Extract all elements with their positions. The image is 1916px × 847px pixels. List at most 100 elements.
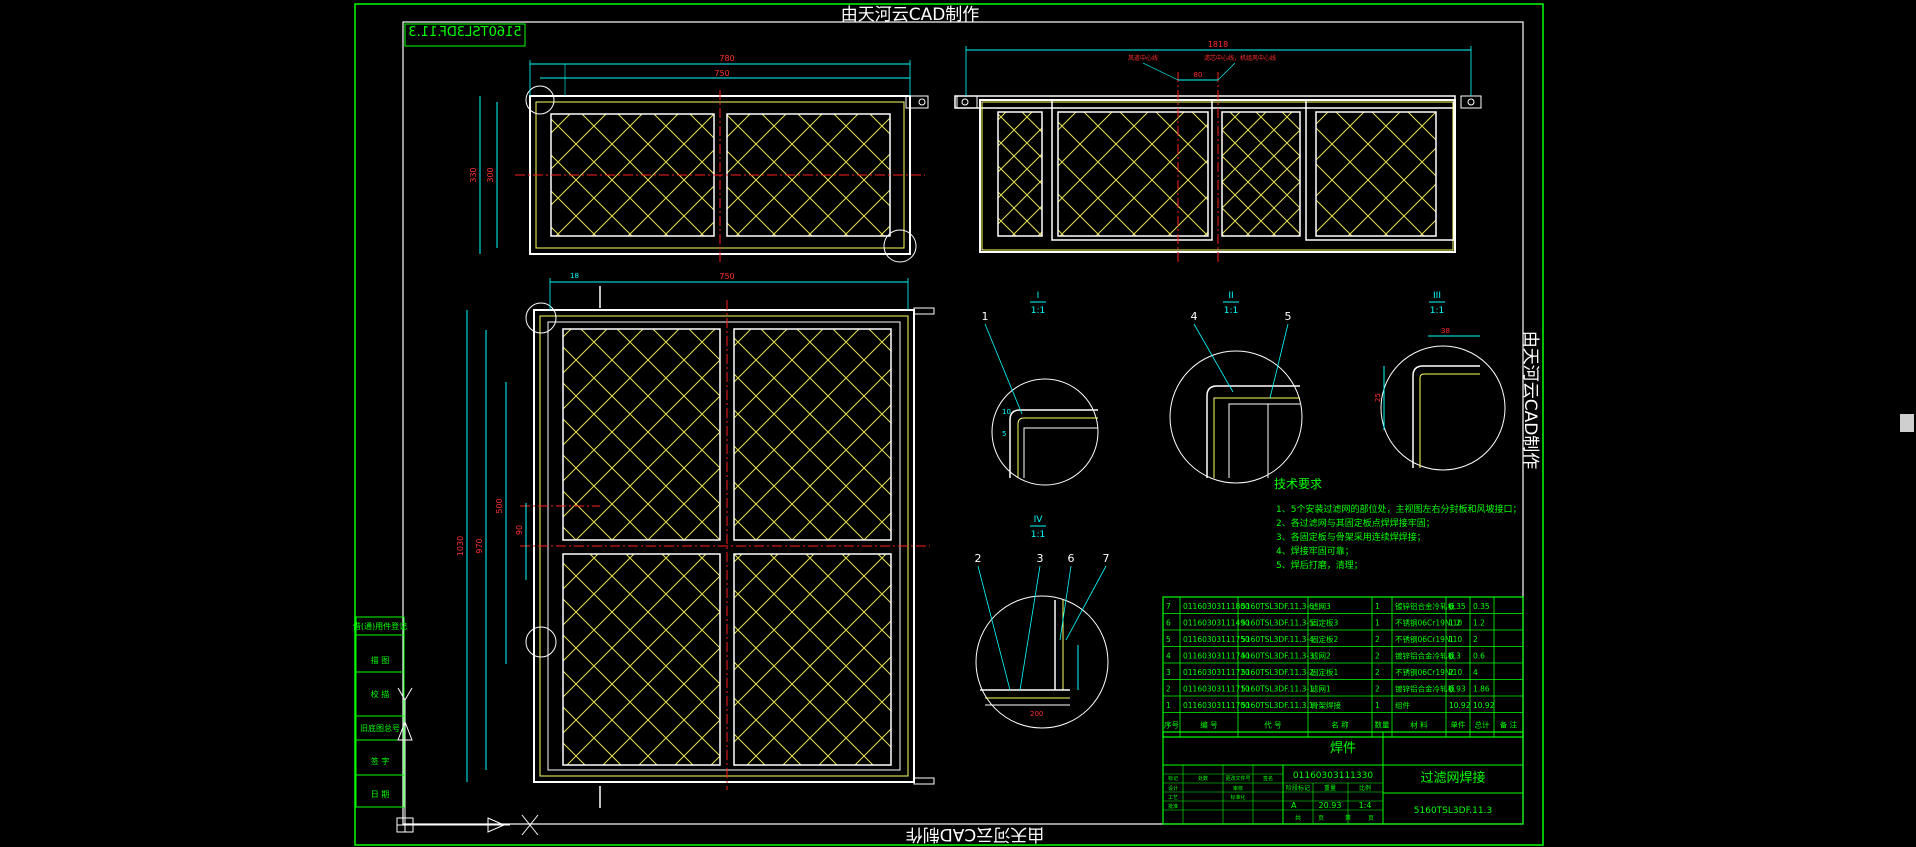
vertical-scrollbar-thumb[interactable] bbox=[1900, 414, 1914, 432]
svg-text:页: 页 bbox=[1368, 815, 1374, 822]
bom-cell: 5160TSL3DF.11.3-6 bbox=[1241, 602, 1314, 611]
bom-header: 编 号 bbox=[1200, 720, 1217, 730]
bom-cell: 01160303111710 bbox=[1183, 685, 1250, 694]
drawing-no-stamp: 5160TSL3DF.11.3 bbox=[408, 25, 521, 40]
watermark-top: 由天河云CAD制作 bbox=[841, 5, 980, 25]
svg-text:7: 7 bbox=[1103, 552, 1110, 565]
svg-text:比例: 比例 bbox=[1359, 784, 1371, 792]
bom-cell: 1 bbox=[1166, 701, 1171, 710]
svg-text:签 字: 签 字 bbox=[371, 756, 390, 766]
bom-cell: 组件 bbox=[1395, 700, 1411, 710]
svg-text:批准: 批准 bbox=[1168, 803, 1178, 810]
detail-view-2[interactable]: II 1:1 4 5 bbox=[1169, 291, 1303, 484]
part-code: 01160303111330 bbox=[1293, 771, 1373, 781]
bom-cell: 10.92 bbox=[1473, 701, 1495, 710]
svg-text:330: 330 bbox=[469, 167, 478, 182]
bom-cell: 2 bbox=[1375, 652, 1380, 661]
bom-cell: 01160303111490 bbox=[1183, 619, 1250, 628]
front-view[interactable]: 750 1030 970 500 90 18 bbox=[456, 272, 935, 808]
bom-cell: 固定板2 bbox=[1311, 634, 1338, 644]
bom-cell: 10.92 bbox=[1449, 701, 1471, 710]
svg-text:80: 80 bbox=[1194, 71, 1203, 79]
svg-text:重量: 重量 bbox=[1324, 784, 1336, 792]
svg-text:18: 18 bbox=[570, 272, 579, 280]
svg-text:200: 200 bbox=[1030, 710, 1043, 718]
svg-text:3、各固定板与骨架采用连续焊焊接；: 3、各固定板与骨架采用连续焊焊接； bbox=[1276, 531, 1426, 543]
bom-cell: 1 bbox=[1449, 635, 1454, 644]
title-block[interactable]: 焊件 01160303111330 过滤网焊接 5160TSL3DF.11.3 … bbox=[1162, 731, 1524, 825]
bom-cell: 0.93 bbox=[1449, 685, 1466, 694]
bom-cell: 滤网1 bbox=[1311, 684, 1331, 694]
svg-text:标记: 标记 bbox=[1168, 775, 1178, 782]
svg-text:1:1: 1:1 bbox=[1031, 530, 1045, 540]
bom-cell: 0.6 bbox=[1473, 652, 1485, 661]
svg-text:4: 4 bbox=[1191, 310, 1198, 323]
svg-text:90: 90 bbox=[515, 525, 524, 535]
svg-text:2: 2 bbox=[975, 552, 982, 565]
detail-view-1[interactable]: I 1:1 1 5 10 bbox=[982, 291, 1099, 486]
bom-cell: 6 bbox=[1166, 619, 1171, 628]
svg-text:页: 页 bbox=[1318, 815, 1324, 822]
bom-header: 总计 bbox=[1475, 720, 1491, 730]
svg-text:工艺: 工艺 bbox=[1168, 795, 1178, 801]
svg-text:750: 750 bbox=[714, 69, 729, 78]
svg-text:970: 970 bbox=[475, 538, 484, 553]
svg-text:4、焊接牢固可靠；: 4、焊接牢固可靠； bbox=[1276, 545, 1354, 557]
bom-cell: 2 bbox=[1473, 635, 1478, 644]
svg-text:1:1: 1:1 bbox=[1031, 306, 1045, 316]
svg-text:A: A bbox=[1291, 801, 1297, 810]
svg-text:签名: 签名 bbox=[1263, 775, 1273, 782]
svg-text:750: 750 bbox=[719, 272, 734, 281]
bom-cell: 1 bbox=[1375, 602, 1380, 611]
tech-requirements: 技术要求 1、5个安装过滤网的部位处，主视图左右分封板和风坡接口； 2、各过滤网… bbox=[1274, 477, 1521, 571]
svg-text:标准化: 标准化 bbox=[1230, 794, 1245, 801]
bom-cell: 5 bbox=[1166, 635, 1171, 644]
svg-text:I: I bbox=[1037, 291, 1040, 301]
bom-table[interactable]: 7 011603031118005160TSL3DF.11.3-6滤网3 1 镀锌铝合… bbox=[1162, 596, 1524, 738]
svg-text:1、5个安装过滤网的部位处，主视图左右分封板和风坡接口；: 1、5个安装过滤网的部位处，主视图左右分封板和风坡接口； bbox=[1276, 503, 1521, 515]
svg-text:校 描: 校 描 bbox=[371, 689, 390, 699]
svg-text:设计: 设计 bbox=[1168, 785, 1178, 792]
bom-cell: 2 bbox=[1449, 668, 1454, 677]
top-view[interactable]: 780 750 330 300 bbox=[469, 54, 929, 263]
svg-text:II: II bbox=[1228, 291, 1233, 301]
svg-text:日 期: 日 期 bbox=[371, 790, 390, 799]
bom-cell: 5160TSL3DF.11.3-5 bbox=[1241, 619, 1314, 628]
svg-text:5: 5 bbox=[1002, 430, 1006, 438]
side-view[interactable]: 1818 80 风道中心线 滤芯中心线，机组风中心线 bbox=[954, 40, 1482, 265]
bom-cell: 1.86 bbox=[1473, 685, 1490, 694]
left-strip: 借(通)用件登记 描 图 校 描 旧底图总号 签 字 日 期 bbox=[353, 616, 407, 808]
svg-text:旧底图总号: 旧底图总号 bbox=[360, 723, 400, 733]
bom-cell: 2 bbox=[1375, 635, 1380, 644]
bom-cell: 滤网2 bbox=[1311, 651, 1331, 661]
detail-view-4[interactable]: IV 1:1 2 3 6 7 200 bbox=[975, 515, 1110, 729]
watermark-bottom: 由天河云CAD制作 bbox=[906, 824, 1045, 844]
bom-cell: 镀锌铝合金冷轧板 bbox=[1395, 651, 1455, 661]
bom-cell: 5160TSL3DF.11.3-3 bbox=[1241, 652, 1314, 661]
svg-text:5: 5 bbox=[1285, 310, 1292, 323]
detail-view-3[interactable]: III 1:1 38 25 bbox=[1374, 291, 1506, 471]
bom-header: 数量 bbox=[1375, 720, 1391, 730]
bom-cell: 滤网3 bbox=[1311, 601, 1331, 611]
bom-cell: 2 bbox=[1375, 685, 1380, 694]
svg-text:38: 38 bbox=[1441, 327, 1450, 335]
svg-text:3: 3 bbox=[1037, 552, 1044, 565]
bom-cell: 01160303111700 bbox=[1183, 701, 1250, 710]
bom-header: 代 号 bbox=[1264, 720, 1281, 730]
bom-cell: 0.35 bbox=[1473, 602, 1490, 611]
bom-cell: 5160TSL3DF.11.3-1 bbox=[1241, 685, 1314, 694]
svg-text:共: 共 bbox=[1295, 814, 1301, 822]
svg-text:1:4: 1:4 bbox=[1359, 801, 1372, 810]
bom-cell: 5160TSL3DF.11.3-2 bbox=[1241, 668, 1314, 677]
bom-cell: 固定板1 bbox=[1311, 667, 1338, 677]
bom-cell: 骨架焊接 bbox=[1311, 700, 1341, 710]
svg-text:借(通)用件登记: 借(通)用件登记 bbox=[353, 621, 407, 631]
watermark-right: 由天河云CAD制作 bbox=[1520, 331, 1540, 470]
svg-text:20.93: 20.93 bbox=[1319, 801, 1342, 810]
bom-cell: 1.2 bbox=[1473, 619, 1485, 628]
cad-viewport[interactable]: 由天河云CAD制作 由天河云CAD制作 由天河云CAD制作 5160TSL3DF… bbox=[0, 0, 1916, 847]
bom-cell: 1.2 bbox=[1449, 619, 1461, 628]
svg-text:描 图: 描 图 bbox=[371, 655, 390, 665]
bom-header: 备 注 bbox=[1500, 720, 1518, 730]
bom-cell: 01160303111720 bbox=[1183, 668, 1250, 677]
